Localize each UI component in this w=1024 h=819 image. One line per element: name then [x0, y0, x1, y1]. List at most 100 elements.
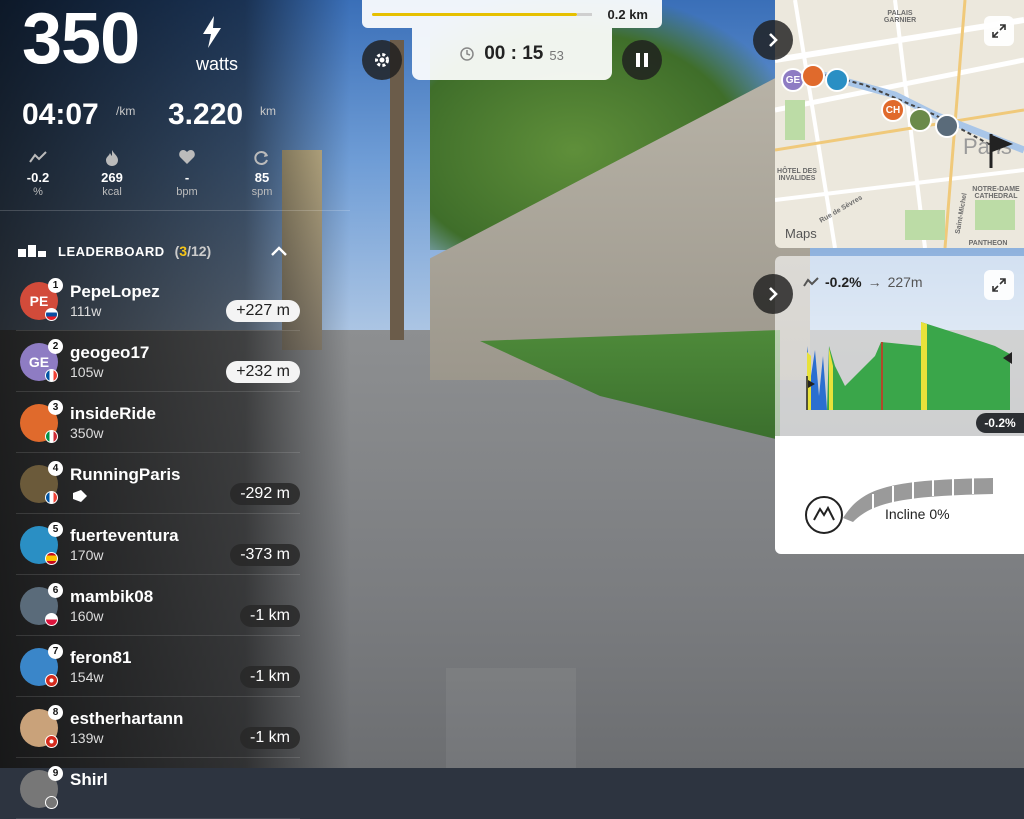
stat-slope: -0.2 %	[8, 150, 68, 198]
leaderboard-row[interactable]: 7 feron81 154w -1 km	[16, 636, 300, 697]
rider-watts: 170w	[70, 547, 104, 563]
leaderboard-header[interactable]: LEADERBOARD (3/12)	[18, 240, 288, 262]
flag-icon	[45, 735, 58, 748]
leaderboard-list: PE 1 PepeLopez 111w +227 m GE 2 geogeo17…	[16, 270, 300, 819]
pace-unit: /km	[116, 104, 136, 118]
rider-name: feron81	[70, 648, 132, 667]
flag-icon	[45, 308, 58, 321]
chevron-up-icon[interactable]	[270, 245, 288, 257]
map-toggle-button[interactable]	[753, 20, 793, 60]
stat-calories: 269 kcal	[82, 150, 142, 198]
leaderboard-row[interactable]: 5 fuerteventura 170w -373 m	[16, 514, 300, 575]
cadence-icon	[254, 151, 268, 165]
flame-icon	[106, 150, 118, 166]
leaderboard-row[interactable]: PE 1 PepeLopez 111w +227 m	[16, 270, 300, 331]
flag-icon	[45, 491, 58, 504]
rank-badge: 7	[48, 644, 63, 659]
flag-icon	[45, 613, 58, 626]
divider	[0, 210, 350, 211]
leaderboard-row[interactable]: 9 Shirl	[16, 758, 300, 819]
map-marker-rider[interactable]	[908, 108, 932, 132]
slope-icon	[803, 277, 819, 287]
rider-watts: 139w	[70, 730, 104, 746]
map-panel[interactable]: PALAIS GARNIER HÔTEL DES INVALIDES NOTRE…	[775, 0, 1024, 248]
rider-watts: 350w	[70, 425, 104, 441]
gap-badge: -1 km	[240, 727, 300, 749]
rank-badge: 4	[48, 461, 63, 476]
stat-heart-rate: - bpm	[157, 150, 217, 198]
gap-badge: +232 m	[226, 361, 300, 383]
route-progress-rest	[577, 13, 592, 16]
rider-name: PepeLopez	[70, 282, 160, 301]
elevation-next-distance: 227m	[887, 274, 923, 290]
chevron-right-icon	[769, 287, 778, 301]
rider-name: estherhartann	[70, 709, 184, 728]
flag-icon	[45, 369, 58, 382]
flag-icon	[45, 430, 58, 443]
metrics-panel: 350 watts 04:07 /km 3.220 km -0.2 % 269 …	[0, 0, 350, 819]
incline-gauge	[805, 478, 993, 534]
rank-badge: 3	[48, 400, 63, 415]
map-marker-rider[interactable]	[935, 114, 959, 138]
rank-badge: 5	[48, 522, 63, 537]
leaderboard-title: LEADERBOARD	[58, 243, 165, 259]
pace-value: 04:07	[22, 98, 99, 131]
leaderboard-icon	[18, 245, 46, 257]
rider-name: mambik08	[70, 587, 154, 606]
rider-watts: 111w	[70, 303, 102, 319]
rank-badge: 8	[48, 705, 63, 720]
pause-button[interactable]	[622, 40, 662, 80]
timer-seconds: 53	[549, 48, 564, 63]
route-progress-bar: 0.2 km	[362, 0, 662, 28]
leaderboard-row[interactable]: GE 2 geogeo17 105w +232 m	[16, 331, 300, 392]
elevation-slope: -0.2%	[825, 274, 862, 290]
rank-badge: 6	[48, 583, 63, 598]
avatar-initials: PE	[29, 293, 49, 309]
elevation-toggle-button[interactable]	[753, 274, 793, 314]
leaderboard-row[interactable]: 6 mambik08 160w -1 km	[16, 575, 300, 636]
settings-button[interactable]	[362, 40, 402, 80]
rider-watts: 105w	[70, 364, 104, 380]
stat-value: -	[184, 170, 190, 185]
leaderboard-position: 3	[179, 243, 188, 259]
leaderboard-total: /12)	[187, 243, 212, 259]
clock-icon	[460, 47, 474, 61]
map-label-pantheon: PANTHEON	[968, 240, 1008, 247]
map-marker-rider[interactable]	[825, 68, 849, 92]
stat-value: 85	[254, 170, 270, 185]
stat-label: %	[33, 186, 43, 198]
flag-icon	[45, 674, 58, 687]
bolt-icon	[203, 16, 221, 48]
rider-name: fuerteventura	[70, 526, 179, 545]
leaderboard-row[interactable]: 8 estherhartann 139w -1 km	[16, 697, 300, 758]
rider-name: insideRide	[70, 404, 156, 423]
stat-label: kcal	[102, 186, 122, 198]
elevation-profile	[806, 322, 1012, 410]
stat-value: 269	[101, 170, 123, 185]
runner-icon	[73, 490, 87, 502]
leaderboard-row[interactable]: 3 insideRide 350w	[16, 392, 300, 453]
gap-badge: -373 m	[230, 544, 300, 566]
map-marker-ch[interactable]: CH	[881, 98, 905, 122]
stat-label: spm	[251, 186, 273, 198]
stat-label: bpm	[176, 186, 198, 198]
rider-name: geogeo17	[70, 343, 150, 362]
stat-cadence: 85 spm	[232, 150, 292, 198]
expand-elevation-button[interactable]	[984, 270, 1014, 300]
leaderboard-row[interactable]: 4 RunningParis -292 m	[16, 453, 300, 514]
rider-watts: 160w	[70, 608, 104, 624]
gap-badge: +227 m	[226, 300, 300, 322]
map-marker-self[interactable]	[801, 64, 825, 88]
gap-badge: -1 km	[240, 666, 300, 688]
current-slope-badge: -0.2%	[976, 413, 1024, 433]
incline-panel: Incline 0%	[775, 436, 1024, 554]
rider-name: Shirl	[70, 770, 108, 789]
gap-badge: -292 m	[230, 483, 300, 505]
power-unit: watts	[196, 54, 239, 74]
heart-icon	[179, 150, 195, 164]
arrow-right-icon: →	[867, 274, 882, 290]
map-label-notre-dame: NOTRE-DAME CATHEDRAL	[972, 186, 1020, 200]
expand-map-button[interactable]	[984, 16, 1014, 46]
gap-badge: -1 km	[240, 605, 300, 627]
remaining-distance: 0.2 km	[607, 7, 648, 22]
